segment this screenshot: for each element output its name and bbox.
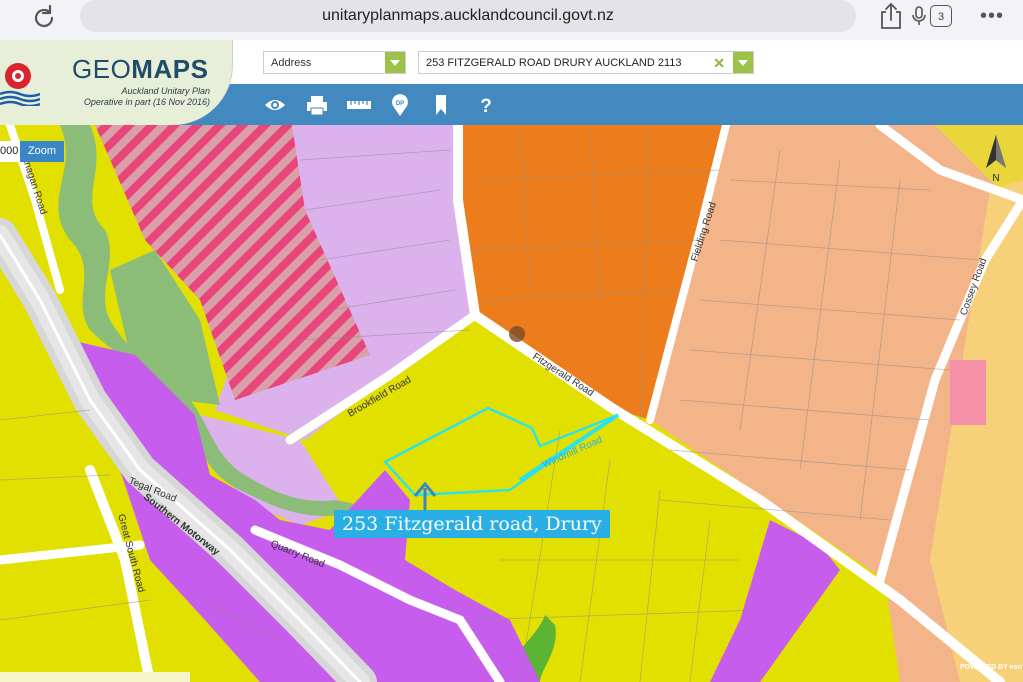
address-value: 253 FITZGERALD ROAD DRURY AUCKLAND 2113 (426, 57, 682, 69)
eye-icon[interactable] (264, 93, 286, 117)
zone-pink-block (950, 360, 986, 425)
svg-text:?: ? (480, 96, 492, 117)
clear-icon[interactable]: ✕ (713, 55, 725, 72)
location-marker[interactable] (509, 326, 525, 342)
microphone-icon[interactable] (908, 5, 930, 27)
map-canvas[interactable]: Fitzgerald Road Brookfield Road Fielding… (0, 125, 1023, 682)
tab-count-button[interactable]: 3 (930, 5, 952, 27)
url-text: unitaryplanmaps.aucklandcouncil.govt.nz (322, 7, 614, 24)
geomaps-logo-card[interactable]: GEOMAPS Auckland Unitary Plan Operative … (0, 40, 233, 125)
bookmark-icon[interactable] (434, 93, 448, 117)
zoning-map[interactable]: Fitzgerald Road Brookfield Road Fielding… (0, 125, 1023, 682)
search-type-select[interactable]: Address (263, 51, 406, 74)
help-icon[interactable]: ? (478, 93, 494, 117)
esri-attribution: POWERED BY esri (960, 664, 1023, 671)
dp-pin-icon[interactable]: DP (390, 93, 410, 117)
geomaps-title: GEOMAPS (72, 54, 209, 84)
plan-status: Operative in part (16 Nov 2016) (83, 97, 210, 107)
auckland-council-logo-icon (0, 63, 40, 106)
browser-bar: unitaryplanmaps.aucklandcouncil.govt.nz … (0, 0, 1023, 40)
address-bar[interactable]: unitaryplanmaps.aucklandcouncil.govt.nz (80, 0, 926, 32)
plan-subtitle: Auckland Unitary Plan Operative in part … (78, 86, 210, 108)
search-type-value: Address (271, 57, 312, 69)
scale-bar (0, 672, 190, 682)
chevron-down-icon[interactable] (733, 52, 753, 73)
north-label: N (992, 173, 999, 184)
scale-value: 000 (0, 141, 20, 162)
share-icon[interactable] (878, 2, 904, 30)
svg-text:DP: DP (396, 101, 404, 107)
printer-icon[interactable] (306, 93, 328, 117)
plan-name: Auckland Unitary Plan (121, 86, 210, 96)
address-search-input[interactable]: 253 FITZGERALD ROAD DRURY AUCKLAND 2113 … (418, 51, 754, 74)
zoom-button[interactable]: Zoom (20, 141, 64, 162)
reload-icon[interactable] (30, 4, 58, 32)
ruler-icon[interactable] (346, 93, 372, 117)
more-icon[interactable]: ••• (980, 5, 1004, 28)
address-callout: 253 Fitzgerald road, Drury (334, 510, 610, 538)
chevron-down-icon[interactable] (385, 52, 405, 73)
